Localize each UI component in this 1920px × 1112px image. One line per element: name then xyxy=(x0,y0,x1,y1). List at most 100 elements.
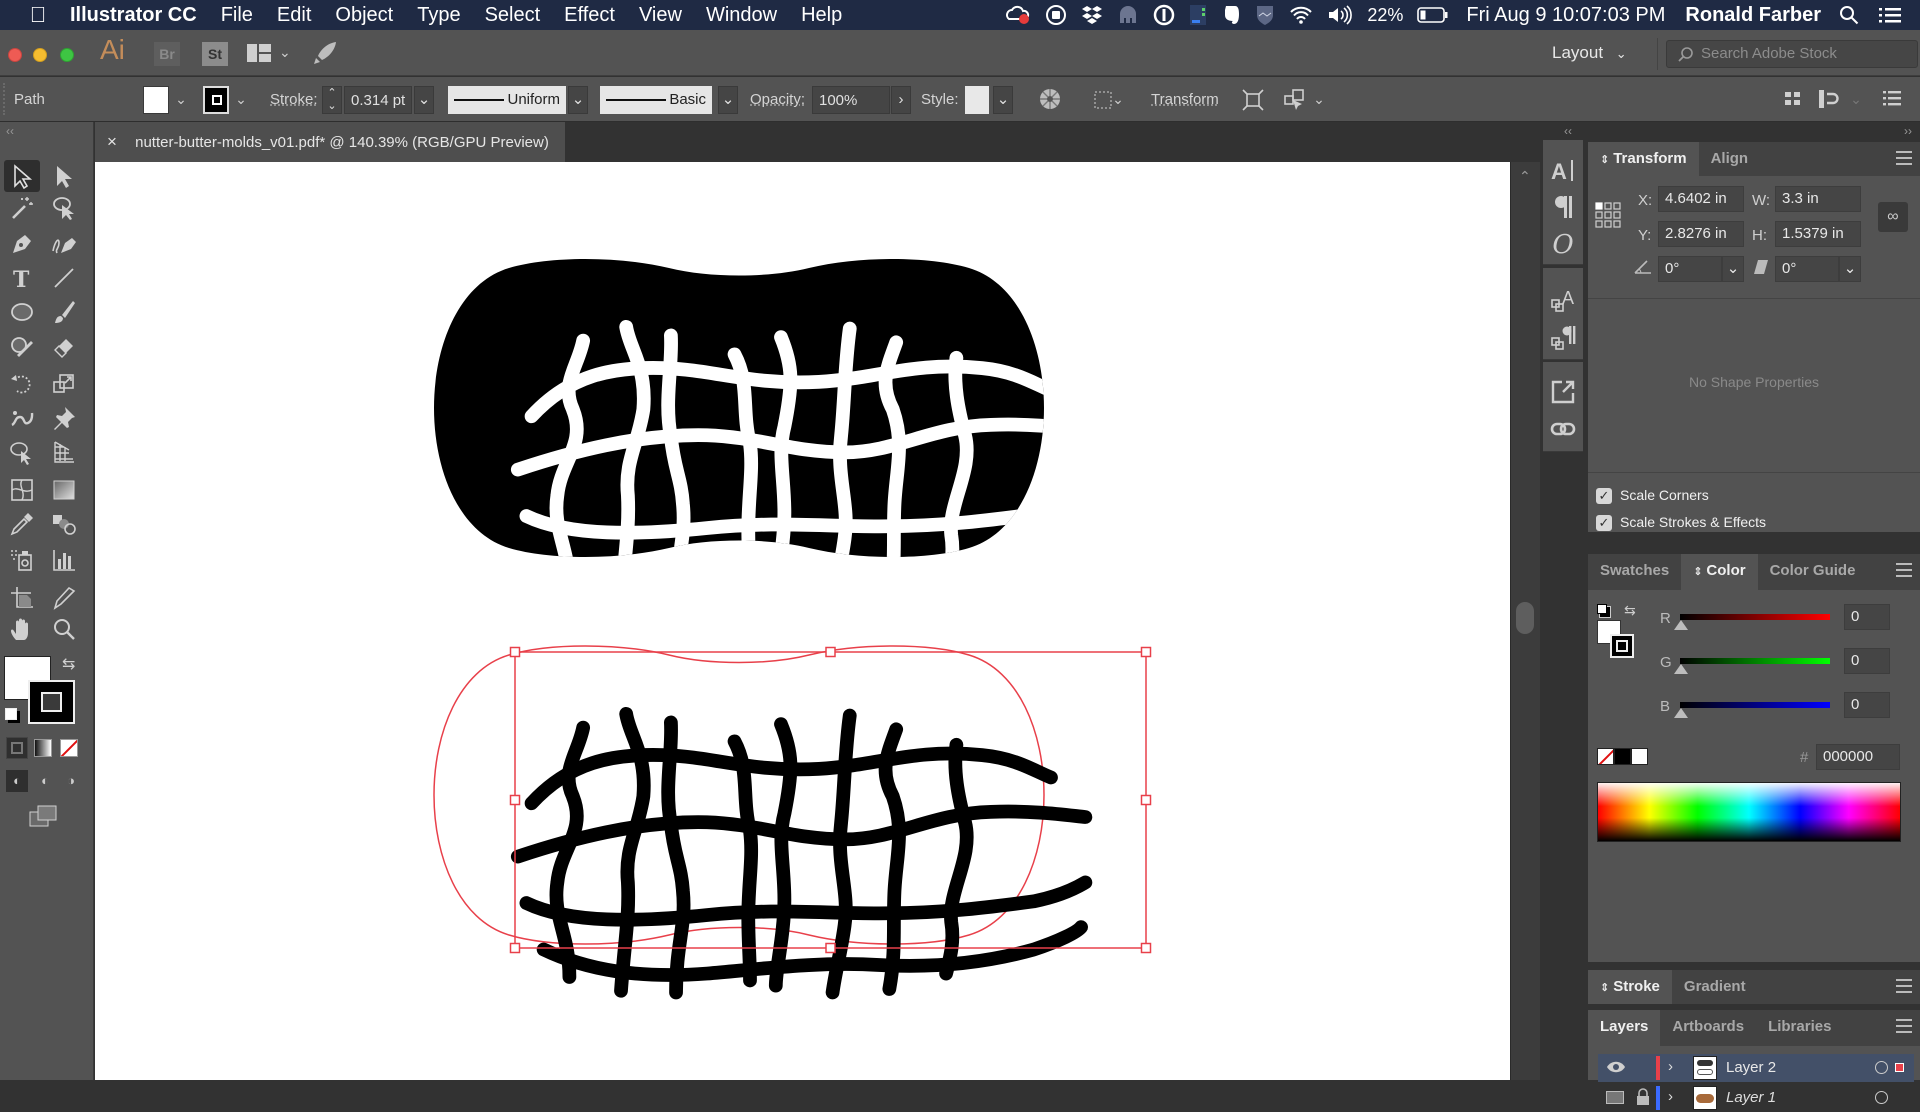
mesh-tool[interactable] xyxy=(4,474,40,506)
selection-handle[interactable] xyxy=(509,942,521,954)
tab-layers[interactable]: Layers xyxy=(1588,1010,1661,1046)
puppet-warp-tool[interactable] xyxy=(4,402,40,434)
collapse-tools-icon[interactable]: ‹‹ xyxy=(6,124,14,138)
free-transform-tool[interactable] xyxy=(4,436,40,468)
dropbox-icon[interactable] xyxy=(1081,5,1103,25)
column-graph-tool[interactable] xyxy=(46,544,82,576)
select-similar-dropdown[interactable]: ⌄ xyxy=(1309,86,1329,114)
graphic-style-swatch[interactable] xyxy=(965,86,989,114)
b-slider-track[interactable] xyxy=(1680,702,1830,708)
black-swatch[interactable] xyxy=(1614,748,1631,765)
selection-handle[interactable] xyxy=(825,942,836,954)
search-adobe-stock-input[interactable]: Search Adobe Stock xyxy=(1666,40,1918,68)
none-mode-button[interactable] xyxy=(60,739,78,757)
stroke-weight-stepper[interactable]: ⌃ ⌄ xyxy=(322,86,342,114)
tab-swatches[interactable]: Swatches xyxy=(1588,554,1681,590)
draw-inside-button[interactable]: ◑ xyxy=(60,770,82,792)
g-slider-track[interactable] xyxy=(1680,658,1830,664)
align-icon[interactable] xyxy=(1783,89,1803,113)
menu-file[interactable]: File xyxy=(221,4,253,27)
menu-type[interactable]: Type xyxy=(417,4,460,27)
swap-fill-stroke-icon[interactable]: ⇆ xyxy=(1624,602,1636,619)
selection-handle[interactable] xyxy=(1140,942,1152,954)
peanut-mold-outline-selected[interactable] xyxy=(433,645,1085,992)
g-slider-thumb[interactable] xyxy=(1674,664,1688,674)
pen-tool[interactable] xyxy=(4,228,40,260)
panel-menu-icon[interactable] xyxy=(1896,563,1912,577)
hand-tool[interactable] xyxy=(4,614,40,646)
expand-dock-icon[interactable]: ‹‹ xyxy=(1564,124,1572,138)
shield-icon[interactable] xyxy=(1255,4,1275,26)
default-fill-stroke-icon[interactable] xyxy=(5,708,17,720)
align-to-icon[interactable] xyxy=(1818,89,1840,113)
menu-help[interactable]: Help xyxy=(801,4,842,27)
selection-handle[interactable] xyxy=(1140,646,1152,658)
brush-dropdown[interactable]: ⌄ xyxy=(718,86,738,114)
isolate-dropdown[interactable]: ⌄ xyxy=(1108,86,1128,114)
menu-app-name[interactable]: Illustrator CC xyxy=(70,4,197,27)
opentype-panel-icon[interactable]: O xyxy=(1548,230,1578,260)
battery-icon[interactable] xyxy=(1417,6,1449,24)
tab-transform[interactable]: ⇕ Transform xyxy=(1588,142,1699,176)
layer-name[interactable]: Layer 1 xyxy=(1726,1089,1776,1106)
tab-align[interactable]: Align xyxy=(1699,142,1761,176)
selection-tool[interactable] xyxy=(4,160,40,192)
peanut-mold-filled[interactable] xyxy=(434,259,1085,605)
b-input[interactable]: 0 xyxy=(1844,692,1890,718)
menu-select[interactable]: Select xyxy=(485,4,541,27)
h-input[interactable]: 1.5379 in xyxy=(1775,221,1861,247)
scale-strokes-checkbox[interactable]: ✓ xyxy=(1596,515,1612,531)
opacity-label[interactable]: Opacity: xyxy=(750,86,805,114)
artboard-canvas[interactable] xyxy=(95,162,1510,1080)
selection-handle[interactable] xyxy=(1140,794,1152,806)
spotlight-search-icon[interactable] xyxy=(1839,5,1859,25)
color-spectrum[interactable] xyxy=(1597,782,1901,842)
evernote-icon[interactable] xyxy=(1221,4,1241,26)
menu-edit[interactable]: Edit xyxy=(277,4,311,27)
x-input[interactable]: 4.6402 in xyxy=(1658,186,1744,212)
variable-width-profile[interactable]: Uniform xyxy=(448,86,566,114)
profile-dropdown[interactable]: ⌄ xyxy=(568,86,588,114)
selection-handle[interactable] xyxy=(825,646,836,658)
apple-icon[interactable]:  xyxy=(20,2,56,28)
links-panel-icon[interactable] xyxy=(1548,414,1578,444)
rotate-dropdown[interactable]: ⌄ xyxy=(1722,256,1744,282)
tab-libraries[interactable]: Libraries xyxy=(1756,1010,1843,1046)
paragraph-panel-icon[interactable] xyxy=(1548,192,1578,222)
direct-selection-tool[interactable] xyxy=(46,160,82,192)
character-styles-icon[interactable]: A xyxy=(1548,284,1578,314)
slice-tool[interactable] xyxy=(46,582,82,614)
stroke-weight-dropdown[interactable]: ⌄ xyxy=(414,86,434,114)
maximize-window-button[interactable] xyxy=(60,48,74,62)
lasso-tool[interactable] xyxy=(46,192,82,224)
stroke-swatch[interactable] xyxy=(203,86,229,114)
stroke-label[interactable]: Stroke: xyxy=(270,86,318,114)
shape-transform-icon[interactable] xyxy=(1241,88,1265,116)
paragraph-styles-icon[interactable] xyxy=(1548,322,1578,352)
color-mode-button[interactable] xyxy=(6,737,28,759)
document-tab[interactable]: × nutter-butter-molds_v01.pdf* @ 140.39%… xyxy=(95,122,565,162)
target-circle-icon[interactable] xyxy=(1875,1091,1888,1104)
arrange-dropdown-chevron-icon[interactable]: ⌄ xyxy=(279,44,291,61)
expand-layer-chevron-icon[interactable]: › xyxy=(1668,1088,1673,1105)
visibility-outline-icon[interactable] xyxy=(1606,1091,1624,1104)
shaper-tool[interactable] xyxy=(4,330,40,362)
draw-normal-button[interactable]: ◐ xyxy=(6,770,28,792)
control-bar-menu-icon[interactable] xyxy=(1883,90,1901,110)
control-bar-grip[interactable] xyxy=(3,83,6,115)
b-slider-thumb[interactable] xyxy=(1674,708,1688,718)
draw-behind-button[interactable]: ◐ xyxy=(34,770,56,792)
clock[interactable]: Fri Aug 9 10:07:03 PM xyxy=(1466,4,1665,27)
creative-cloud-icon[interactable] xyxy=(1005,5,1031,25)
line-segment-tool[interactable] xyxy=(46,262,82,294)
user-name[interactable]: Ronald Farber xyxy=(1685,4,1821,27)
panel-menu-icon[interactable] xyxy=(1896,151,1912,165)
align-to-dropdown[interactable]: ⌄ xyxy=(1846,86,1866,114)
menu-window[interactable]: Window xyxy=(706,4,777,27)
close-window-button[interactable] xyxy=(8,48,22,62)
arrange-documents-icon[interactable] xyxy=(247,44,271,64)
eyedropper-tool[interactable] xyxy=(4,508,40,540)
transform-button[interactable]: Transform xyxy=(1151,86,1219,114)
volume-icon[interactable] xyxy=(1327,5,1353,25)
reference-point-icon[interactable] xyxy=(1595,202,1621,233)
